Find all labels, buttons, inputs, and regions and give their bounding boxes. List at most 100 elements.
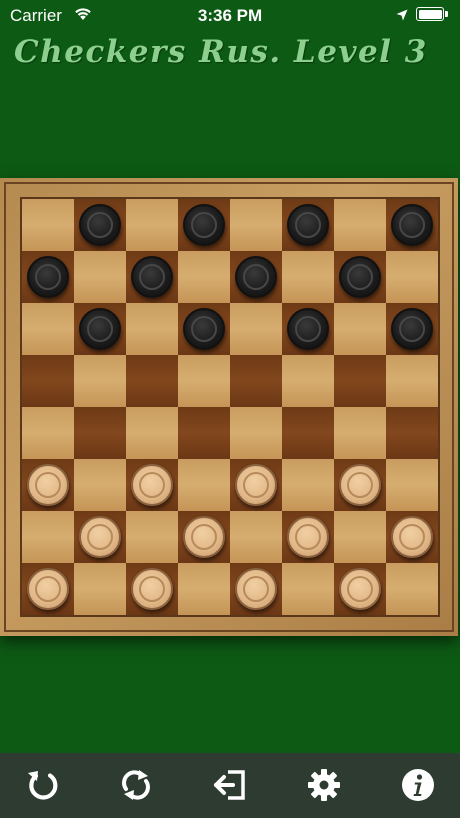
dark-square[interactable]	[74, 303, 126, 355]
black-checker-piece[interactable]	[183, 308, 225, 350]
dark-square[interactable]	[126, 355, 178, 407]
dark-square[interactable]	[334, 251, 386, 303]
light-square[interactable]	[282, 355, 334, 407]
dark-square[interactable]	[282, 199, 334, 251]
dark-square[interactable]	[386, 199, 438, 251]
light-square[interactable]	[74, 355, 126, 407]
white-checker-piece[interactable]	[339, 568, 381, 610]
light-square[interactable]	[178, 251, 230, 303]
black-checker-piece[interactable]	[235, 256, 277, 298]
info-icon	[402, 769, 434, 801]
light-square[interactable]	[282, 251, 334, 303]
light-square[interactable]	[178, 355, 230, 407]
settings-button[interactable]	[304, 765, 344, 805]
light-square[interactable]	[334, 303, 386, 355]
white-checker-piece[interactable]	[131, 568, 173, 610]
dark-square[interactable]	[178, 199, 230, 251]
dark-square[interactable]	[230, 251, 282, 303]
white-checker-piece[interactable]	[235, 464, 277, 506]
dark-square[interactable]	[74, 407, 126, 459]
dark-square[interactable]	[126, 563, 178, 615]
gear-icon	[308, 769, 340, 801]
dark-square[interactable]	[230, 459, 282, 511]
dark-square[interactable]	[22, 459, 74, 511]
light-square[interactable]	[386, 563, 438, 615]
dark-square[interactable]	[386, 303, 438, 355]
dark-square[interactable]	[74, 511, 126, 563]
dark-square[interactable]	[178, 303, 230, 355]
game-board-frame	[0, 178, 458, 636]
white-checker-piece[interactable]	[339, 464, 381, 506]
dark-square[interactable]	[126, 251, 178, 303]
light-square[interactable]	[334, 199, 386, 251]
black-checker-piece[interactable]	[391, 308, 433, 350]
light-square[interactable]	[74, 251, 126, 303]
white-checker-piece[interactable]	[183, 516, 225, 558]
dark-square[interactable]	[334, 563, 386, 615]
black-checker-piece[interactable]	[183, 204, 225, 246]
light-square[interactable]	[22, 511, 74, 563]
dark-square[interactable]	[74, 199, 126, 251]
dark-square[interactable]	[126, 459, 178, 511]
light-square[interactable]	[126, 199, 178, 251]
dark-square[interactable]	[22, 355, 74, 407]
light-square[interactable]	[386, 459, 438, 511]
white-checker-piece[interactable]	[27, 568, 69, 610]
light-square[interactable]	[126, 407, 178, 459]
light-square[interactable]	[334, 407, 386, 459]
light-square[interactable]	[126, 303, 178, 355]
white-checker-piece[interactable]	[131, 464, 173, 506]
light-square[interactable]	[22, 199, 74, 251]
game-board[interactable]	[22, 199, 438, 615]
light-square[interactable]	[334, 511, 386, 563]
exit-button[interactable]	[210, 765, 250, 805]
dark-square[interactable]	[230, 355, 282, 407]
black-checker-piece[interactable]	[79, 308, 121, 350]
dark-square[interactable]	[334, 355, 386, 407]
light-square[interactable]	[178, 563, 230, 615]
light-square[interactable]	[282, 563, 334, 615]
dark-square[interactable]	[22, 563, 74, 615]
light-square[interactable]	[178, 459, 230, 511]
dark-square[interactable]	[22, 251, 74, 303]
light-square[interactable]	[230, 407, 282, 459]
white-checker-piece[interactable]	[27, 464, 69, 506]
light-square[interactable]	[74, 563, 126, 615]
dark-square[interactable]	[282, 303, 334, 355]
light-square[interactable]	[22, 407, 74, 459]
black-checker-piece[interactable]	[287, 308, 329, 350]
light-square[interactable]	[386, 355, 438, 407]
light-square[interactable]	[230, 303, 282, 355]
undo-button[interactable]	[22, 765, 62, 805]
light-square[interactable]	[22, 303, 74, 355]
light-square[interactable]	[126, 511, 178, 563]
dark-square[interactable]	[334, 459, 386, 511]
dark-square[interactable]	[178, 407, 230, 459]
light-square[interactable]	[230, 199, 282, 251]
white-checker-piece[interactable]	[287, 516, 329, 558]
bottom-toolbar	[0, 753, 460, 818]
light-square[interactable]	[230, 511, 282, 563]
light-square[interactable]	[282, 459, 334, 511]
dark-square[interactable]	[230, 563, 282, 615]
black-checker-piece[interactable]	[287, 204, 329, 246]
status-time: 3:36 PM	[197, 6, 263, 25]
black-checker-piece[interactable]	[79, 204, 121, 246]
white-checker-piece[interactable]	[391, 516, 433, 558]
black-checker-piece[interactable]	[27, 256, 69, 298]
black-checker-piece[interactable]	[339, 256, 381, 298]
dark-square[interactable]	[386, 511, 438, 563]
dark-square[interactable]	[282, 511, 334, 563]
dark-square[interactable]	[178, 511, 230, 563]
black-checker-piece[interactable]	[131, 256, 173, 298]
white-checker-piece[interactable]	[235, 568, 277, 610]
dark-square[interactable]	[386, 407, 438, 459]
light-square[interactable]	[386, 251, 438, 303]
restart-button[interactable]	[116, 765, 156, 805]
exit-icon	[214, 770, 245, 800]
black-checker-piece[interactable]	[391, 204, 433, 246]
info-button[interactable]	[398, 765, 438, 805]
white-checker-piece[interactable]	[79, 516, 121, 558]
light-square[interactable]	[74, 459, 126, 511]
dark-square[interactable]	[282, 407, 334, 459]
